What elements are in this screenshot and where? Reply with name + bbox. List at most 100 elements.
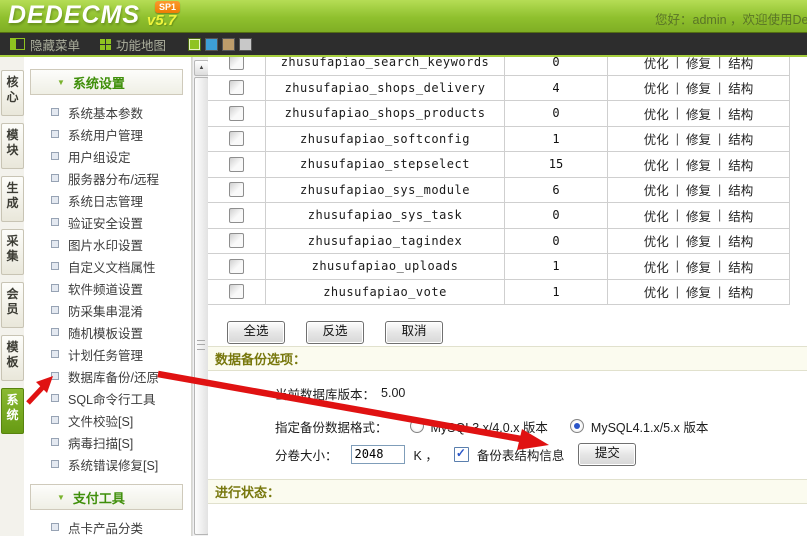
structure-checkbox[interactable]	[454, 447, 469, 462]
theme-tan-swatch[interactable]	[222, 38, 235, 51]
action-structure[interactable]: 结构	[728, 180, 753, 199]
side-tab-7[interactable]: 系统	[1, 388, 24, 434]
theme-green-swatch[interactable]	[188, 38, 201, 51]
invert-selection-button[interactable]: 反选	[306, 321, 364, 344]
menu-item-label: 数据库备份/还原	[68, 367, 159, 386]
row-checkbox[interactable]	[229, 157, 244, 172]
table-name-cell: zhusufapiao_uploads	[266, 254, 505, 279]
row-checkbox[interactable]	[229, 233, 244, 248]
action-optimize[interactable]: 优化	[644, 282, 669, 301]
menu-item[interactable]: 数据库备份/还原	[24, 365, 191, 387]
scrollbar-thumb[interactable]	[194, 77, 209, 535]
action-separator: |	[718, 132, 721, 146]
volume-size-input[interactable]	[351, 445, 405, 464]
action-optimize[interactable]: 优化	[644, 78, 669, 97]
format-option-2[interactable]: MySQL4.1.x/5.x 版本	[570, 417, 708, 436]
radio-icon[interactable]	[570, 419, 584, 433]
select-all-button[interactable]: 全选	[227, 321, 285, 344]
record-count-cell: 6	[505, 178, 608, 203]
menu-item[interactable]: 点卡产品分类	[24, 516, 191, 536]
theme-blue-swatch[interactable]	[205, 38, 218, 51]
row-checkbox[interactable]	[229, 182, 244, 197]
action-structure[interactable]: 结构	[728, 231, 753, 250]
action-repair[interactable]: 修复	[686, 180, 711, 199]
feature-map-button[interactable]: 功能地图	[100, 35, 166, 54]
side-tab-6[interactable]: 模板	[1, 335, 24, 381]
action-optimize[interactable]: 优化	[644, 155, 669, 174]
menu-item-label: 自定义文档属性	[68, 257, 156, 276]
menu-section-header-1[interactable]: ▼系统设置	[30, 69, 183, 95]
menu-item[interactable]: 系统错误修复[S]	[24, 453, 191, 475]
row-checkbox[interactable]	[229, 80, 244, 95]
cancel-button[interactable]: 取消	[385, 321, 443, 344]
row-checkbox[interactable]	[229, 131, 244, 146]
menu-item[interactable]: 系统基本参数	[24, 101, 191, 123]
side-tab-2[interactable]: 模块	[1, 123, 24, 169]
menu-item[interactable]: 软件频道设置	[24, 277, 191, 299]
action-structure[interactable]: 结构	[728, 155, 753, 174]
action-optimize[interactable]: 优化	[644, 206, 669, 225]
action-repair[interactable]: 修复	[686, 155, 711, 174]
action-repair[interactable]: 修复	[686, 78, 711, 97]
action-structure[interactable]: 结构	[728, 206, 753, 225]
menu-item[interactable]: 防采集串混淆	[24, 299, 191, 321]
action-repair[interactable]: 修复	[686, 206, 711, 225]
menu-item[interactable]: 系统用户管理	[24, 123, 191, 145]
side-tab-5[interactable]: 会员	[1, 282, 24, 328]
submit-button[interactable]: 提交	[578, 443, 636, 466]
action-repair[interactable]: 修复	[686, 57, 711, 72]
action-structure[interactable]: 结构	[728, 78, 753, 97]
menu-item[interactable]: 验证安全设置	[24, 211, 191, 233]
row-actions-cell: 优化|修复|结构	[608, 229, 790, 254]
menu-item[interactable]: 病毒扫描[S]	[24, 431, 191, 453]
menu-item[interactable]: 用户组设定	[24, 145, 191, 167]
action-structure[interactable]: 结构	[728, 257, 753, 276]
bullet-icon	[51, 350, 59, 358]
menu-item[interactable]: 图片水印设置	[24, 233, 191, 255]
action-repair[interactable]: 修复	[686, 231, 711, 250]
row-checkbox[interactable]	[229, 208, 244, 223]
hide-menu-button[interactable]: 隐藏菜单	[10, 35, 80, 54]
menu-item[interactable]: 服务器分布/远程	[24, 167, 191, 189]
format-option-1[interactable]: MySQL3.x/4.0.x 版本	[410, 417, 548, 436]
action-optimize[interactable]: 优化	[644, 180, 669, 199]
theme-gray-swatch[interactable]	[239, 38, 252, 51]
action-separator: |	[676, 259, 679, 273]
action-separator: |	[676, 57, 679, 69]
row-checkbox[interactable]	[229, 259, 244, 274]
menu-item-label: 文件校验[S]	[68, 411, 133, 430]
menu-item[interactable]: SQL命令行工具	[24, 387, 191, 409]
action-optimize[interactable]: 优化	[644, 104, 669, 123]
action-structure[interactable]: 结构	[728, 57, 753, 72]
menu-scrollbar[interactable]: ▲	[192, 57, 208, 536]
action-optimize[interactable]: 优化	[644, 231, 669, 250]
checkbox-cell	[208, 229, 266, 254]
action-structure[interactable]: 结构	[728, 282, 753, 301]
action-optimize[interactable]: 优化	[644, 257, 669, 276]
scroll-up-icon[interactable]: ▲	[194, 60, 209, 76]
table-row: zhusufapiao_uploads1优化|修复|结构	[208, 254, 790, 280]
action-optimize[interactable]: 优化	[644, 57, 669, 72]
menu-item[interactable]: 文件校验[S]	[24, 409, 191, 431]
action-repair[interactable]: 修复	[686, 257, 711, 276]
action-separator: |	[676, 285, 679, 299]
side-tab-3[interactable]: 生成	[1, 176, 24, 222]
row-checkbox[interactable]	[229, 284, 244, 299]
menu-item[interactable]: 随机模板设置	[24, 321, 191, 343]
row-checkbox[interactable]	[229, 57, 244, 70]
menu-item[interactable]: 系统日志管理	[24, 189, 191, 211]
side-tab-1[interactable]: 核心	[1, 70, 24, 116]
menu-item[interactable]: 自定义文档属性	[24, 255, 191, 277]
action-structure[interactable]: 结构	[728, 129, 753, 148]
menu-section-header-2[interactable]: ▼支付工具	[30, 484, 183, 510]
structure-checkbox-label: 备份表结构信息	[477, 445, 565, 464]
row-checkbox[interactable]	[229, 106, 244, 121]
side-tab-4[interactable]: 采集	[1, 229, 24, 275]
action-repair[interactable]: 修复	[686, 282, 711, 301]
action-repair[interactable]: 修复	[686, 129, 711, 148]
action-repair[interactable]: 修复	[686, 104, 711, 123]
radio-icon[interactable]	[410, 419, 424, 433]
action-structure[interactable]: 结构	[728, 104, 753, 123]
action-optimize[interactable]: 优化	[644, 129, 669, 148]
menu-item[interactable]: 计划任务管理	[24, 343, 191, 365]
